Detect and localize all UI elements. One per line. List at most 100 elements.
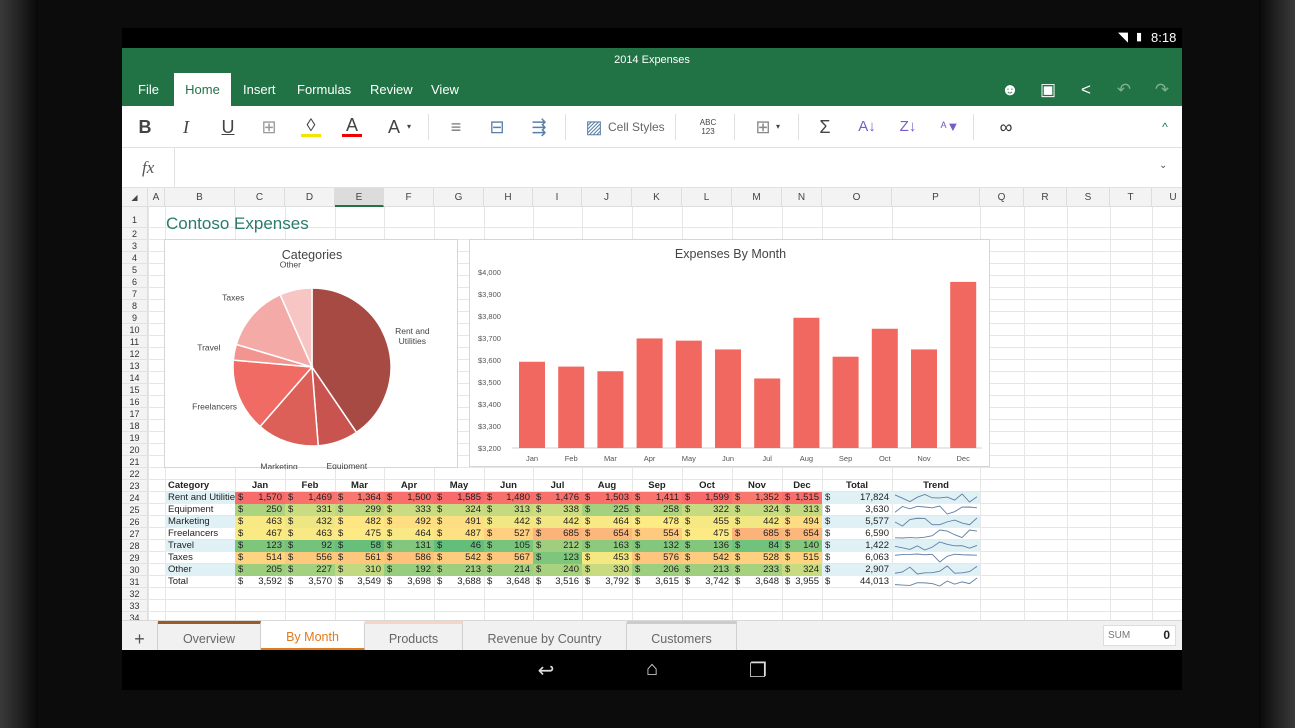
value-cell[interactable]: 213 $ — [434, 564, 484, 576]
column-header-g[interactable]: G — [434, 188, 484, 207]
row-header-33[interactable]: 33 — [122, 600, 148, 612]
column-header-c[interactable]: C — [235, 188, 285, 207]
merge-cells-icon[interactable]: ⊟ — [487, 115, 507, 139]
collapse-ribbon-icon[interactable]: ^ — [1157, 115, 1173, 139]
column-header-r[interactable]: R — [1024, 188, 1067, 207]
tab-view[interactable]: View — [423, 73, 467, 106]
value-cell[interactable]: 432 $ — [285, 516, 335, 528]
value-cell[interactable]: 527 $ — [484, 528, 533, 540]
underline-button[interactable]: U — [218, 115, 238, 139]
tab-formulas[interactable]: Formulas — [289, 73, 359, 106]
value-cell[interactable]: 324 $ — [732, 504, 782, 516]
value-cell[interactable]: 330 $ — [582, 564, 632, 576]
row-header-7[interactable]: 7 — [122, 288, 148, 300]
category-cell[interactable]: Other — [165, 564, 235, 576]
row-header-20[interactable]: 20 — [122, 444, 148, 456]
sheet-tab-overview[interactable]: Overview — [158, 621, 261, 651]
value-cell[interactable]: 453 $ — [582, 552, 632, 564]
row-header-24[interactable]: 24 — [122, 492, 148, 504]
row-header-2[interactable]: 2 — [122, 228, 148, 240]
value-cell[interactable]: 258 $ — [632, 504, 682, 516]
value-cell[interactable]: 482 $ — [335, 516, 384, 528]
value-cell[interactable]: 233 $ — [732, 564, 782, 576]
row-header-28[interactable]: 28 — [122, 540, 148, 552]
column-header-a[interactable]: A — [148, 188, 165, 207]
font-color-button[interactable]: A — [342, 115, 362, 137]
value-cell[interactable]: 3,516 $ — [533, 576, 582, 588]
value-cell[interactable]: 227 $ — [285, 564, 335, 576]
home-icon[interactable]: ⌂ — [632, 658, 672, 681]
value-cell[interactable]: 586 $ — [384, 552, 434, 564]
sort-descending-icon[interactable]: Z↓ — [898, 115, 918, 139]
value-cell[interactable]: 528 $ — [732, 552, 782, 564]
header-jan[interactable]: Jan — [235, 480, 285, 492]
value-cell[interactable]: 463 $ — [285, 528, 335, 540]
row-header-9[interactable]: 9 — [122, 312, 148, 324]
tab-review[interactable]: Review — [362, 73, 421, 106]
value-cell[interactable]: 313 $ — [782, 504, 822, 516]
spreadsheet-grid[interactable]: 1 2 3 4 5 6 7 8 9 10 11 12 13 14 15 16 17 18 19 20 21 22 23 24 2… — [122, 188, 1182, 620]
value-cell[interactable]: 554 $ — [632, 528, 682, 540]
value-cell[interactable]: 338 $ — [533, 504, 582, 516]
number-format-button[interactable]: ABC 123 — [696, 115, 720, 139]
header-jun[interactable]: Jun — [484, 480, 533, 492]
autosum-button[interactable]: Σ — [815, 115, 835, 139]
expenses-by-month-chart[interactable]: Expenses By Month $4,000 $3,900 $3,800 $3,7… — [469, 239, 990, 467]
value-cell[interactable]: 313 $ — [484, 504, 533, 516]
value-cell[interactable]: 310 $ — [335, 564, 384, 576]
total-cell[interactable]: 6,063 $ — [822, 552, 892, 564]
column-header-d[interactable]: D — [285, 188, 335, 207]
value-cell[interactable]: 478 $ — [632, 516, 682, 528]
row-header-16[interactable]: 16 — [122, 396, 148, 408]
header-feb[interactable]: Feb — [285, 480, 335, 492]
column-header-o[interactable]: O — [822, 188, 892, 207]
row-header-4[interactable]: 4 — [122, 252, 148, 264]
row-header-8[interactable]: 8 — [122, 300, 148, 312]
sheet-tab-by-month[interactable]: By Month — [261, 621, 365, 651]
value-cell[interactable]: 58 $ — [335, 540, 384, 552]
row-header-10[interactable]: 10 — [122, 324, 148, 336]
row-header-21[interactable]: 21 — [122, 456, 148, 468]
value-cell[interactable]: 140 $ — [782, 540, 822, 552]
value-cell[interactable]: 654 $ — [782, 528, 822, 540]
value-cell[interactable]: 3,592 $ — [235, 576, 285, 588]
value-cell[interactable]: 3,742 $ — [682, 576, 732, 588]
row-header-27[interactable]: 27 — [122, 528, 148, 540]
column-header-i[interactable]: I — [533, 188, 582, 207]
value-cell[interactable]: 1,515 $ — [782, 492, 822, 504]
column-header-u[interactable]: U — [1152, 188, 1182, 207]
value-cell[interactable]: 250 $ — [235, 504, 285, 516]
column-header-s[interactable]: S — [1067, 188, 1110, 207]
value-cell[interactable]: 206 $ — [632, 564, 682, 576]
value-cell[interactable]: 240 $ — [533, 564, 582, 576]
value-cell[interactable]: 561 $ — [335, 552, 384, 564]
value-cell[interactable]: 299 $ — [335, 504, 384, 516]
formula-input[interactable] — [182, 156, 1142, 180]
value-cell[interactable]: 542 $ — [434, 552, 484, 564]
value-cell[interactable]: 136 $ — [682, 540, 732, 552]
row-header-15[interactable]: 15 — [122, 384, 148, 396]
category-cell[interactable]: Travel — [165, 540, 235, 552]
value-cell[interactable]: 1,480 $ — [484, 492, 533, 504]
total-cell[interactable]: 17,824 $ — [822, 492, 892, 504]
feedback-smiley-icon[interactable]: ☻ — [998, 80, 1022, 100]
total-cell[interactable]: 3,630 $ — [822, 504, 892, 516]
italic-button[interactable]: I — [176, 115, 196, 139]
column-header-b[interactable]: B — [165, 188, 235, 207]
value-cell[interactable]: 105 $ — [484, 540, 533, 552]
row-header-13[interactable]: 13 — [122, 360, 148, 372]
value-cell[interactable]: 463 $ — [235, 516, 285, 528]
tab-insert[interactable]: Insert — [235, 73, 284, 106]
bold-button[interactable]: B — [135, 115, 155, 139]
cell-styles-icon[interactable]: ▨ — [584, 115, 604, 139]
value-cell[interactable]: 132 $ — [632, 540, 682, 552]
row-header-18[interactable]: 18 — [122, 420, 148, 432]
total-cell[interactable]: 1,422 $ — [822, 540, 892, 552]
sheet-tab-products[interactable]: Products — [365, 621, 463, 651]
share-icon[interactable]: < — [1074, 80, 1098, 100]
value-cell[interactable]: 225 $ — [582, 504, 632, 516]
value-cell[interactable]: 324 $ — [782, 564, 822, 576]
value-cell[interactable]: 333 $ — [384, 504, 434, 516]
value-cell[interactable]: 3,549 $ — [335, 576, 384, 588]
row-header-22[interactable]: 22 — [122, 468, 148, 480]
